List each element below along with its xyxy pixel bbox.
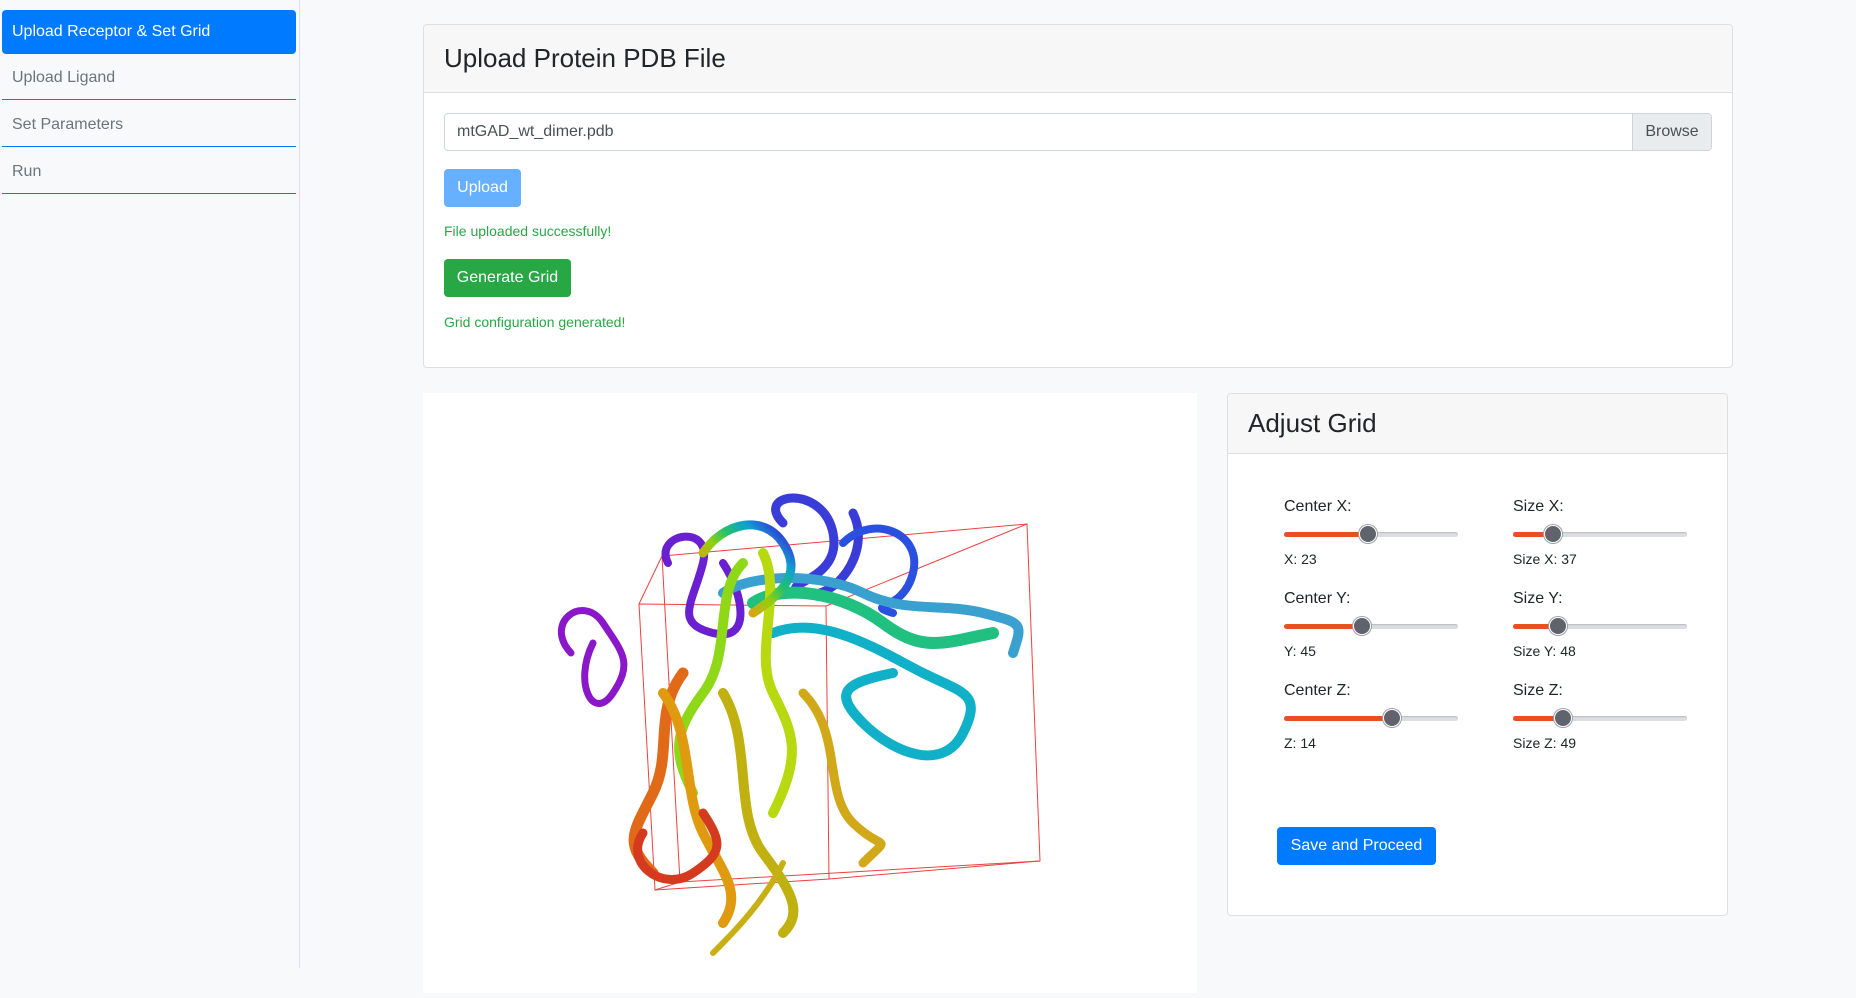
upload-button[interactable]: Upload [444,169,521,207]
sidebar-item-label: Run [12,162,42,180]
center-x-slider[interactable] [1284,525,1458,543]
slider-thumb[interactable] [1554,709,1572,727]
center-z-value: Z: 14 [1284,735,1316,751]
slider-thumb[interactable] [1353,617,1371,635]
molecule-viewer[interactable] [423,393,1197,993]
upload-card-header: Upload Protein PDB File [424,25,1732,93]
slider-thumb[interactable] [1383,709,1401,727]
size-z-slider-block: Size Z: Size Z: 49 [1513,682,1687,752]
center-z-slider[interactable] [1284,709,1458,727]
generate-grid-button[interactable]: Generate Grid [444,259,571,297]
center-y-value: Y: 45 [1284,643,1316,659]
center-z-label: Center Z: [1284,682,1351,699]
sidebar-item-label: Upload Ligand [12,68,116,86]
file-name-field[interactable]: mtGAD_wt_dimer.pdb [445,114,1632,150]
slider-fill [1284,532,1368,537]
center-y-slider[interactable] [1284,617,1458,635]
size-x-slider[interactable] [1513,525,1687,543]
grid-status: Grid configuration generated! [444,314,626,330]
sidebar-item-label: Set Parameters [12,115,124,133]
sidebar-item-set-parameters[interactable]: Set Parameters [2,103,296,147]
center-y-label: Center Y: [1284,590,1351,607]
adjust-grid-title: Adjust Grid [1248,408,1377,438]
upload-title: Upload Protein PDB File [444,43,726,73]
center-z-slider-block: Center Z: Z: 14 [1284,682,1458,752]
size-x-label: Size X: [1513,498,1564,515]
sidebar-item-upload-ligand[interactable]: Upload Ligand [2,56,296,100]
size-z-label: Size Z: [1513,682,1563,699]
slider-fill [1284,716,1392,721]
size-z-value: Size Z: 49 [1513,735,1577,751]
sidebar-item-upload-receptor[interactable]: Upload Receptor & Set Grid [2,10,296,54]
size-x-value: Size X: 37 [1513,551,1577,567]
slider-thumb[interactable] [1544,525,1562,543]
size-y-label: Size Y: [1513,590,1563,607]
protein-structure-render [557,493,1041,956]
size-y-slider[interactable] [1513,617,1687,635]
size-y-slider-block: Size Y: Size Y: 48 [1513,590,1687,660]
slider-thumb[interactable] [1549,617,1567,635]
upload-status: File uploaded successfully! [444,223,612,239]
sidebar: Upload Receptor & Set Grid Upload Ligand… [0,0,300,968]
size-x-slider-block: Size X: Size X: 37 [1513,498,1687,568]
upload-card: Upload Protein PDB File mtGAD_wt_dimer.p… [423,24,1733,368]
center-x-value: X: 23 [1284,551,1317,567]
center-y-slider-block: Center Y: Y: 45 [1284,590,1458,660]
protein-ribbons [557,493,1024,956]
slider-fill [1284,624,1362,629]
size-z-slider[interactable] [1513,709,1687,727]
center-x-label: Center X: [1284,498,1352,515]
center-x-slider-block: Center X: X: 23 [1284,498,1458,568]
sidebar-item-label: Upload Receptor & Set Grid [12,23,211,40]
size-y-value: Size Y: 48 [1513,643,1576,659]
file-input[interactable]: mtGAD_wt_dimer.pdb Browse [444,113,1712,151]
sidebar-item-run[interactable]: Run [2,150,296,194]
save-and-proceed-button[interactable]: Save and Proceed [1277,827,1436,865]
adjust-grid-header: Adjust Grid [1228,394,1727,454]
slider-thumb[interactable] [1359,525,1377,543]
browse-button[interactable]: Browse [1632,114,1711,150]
